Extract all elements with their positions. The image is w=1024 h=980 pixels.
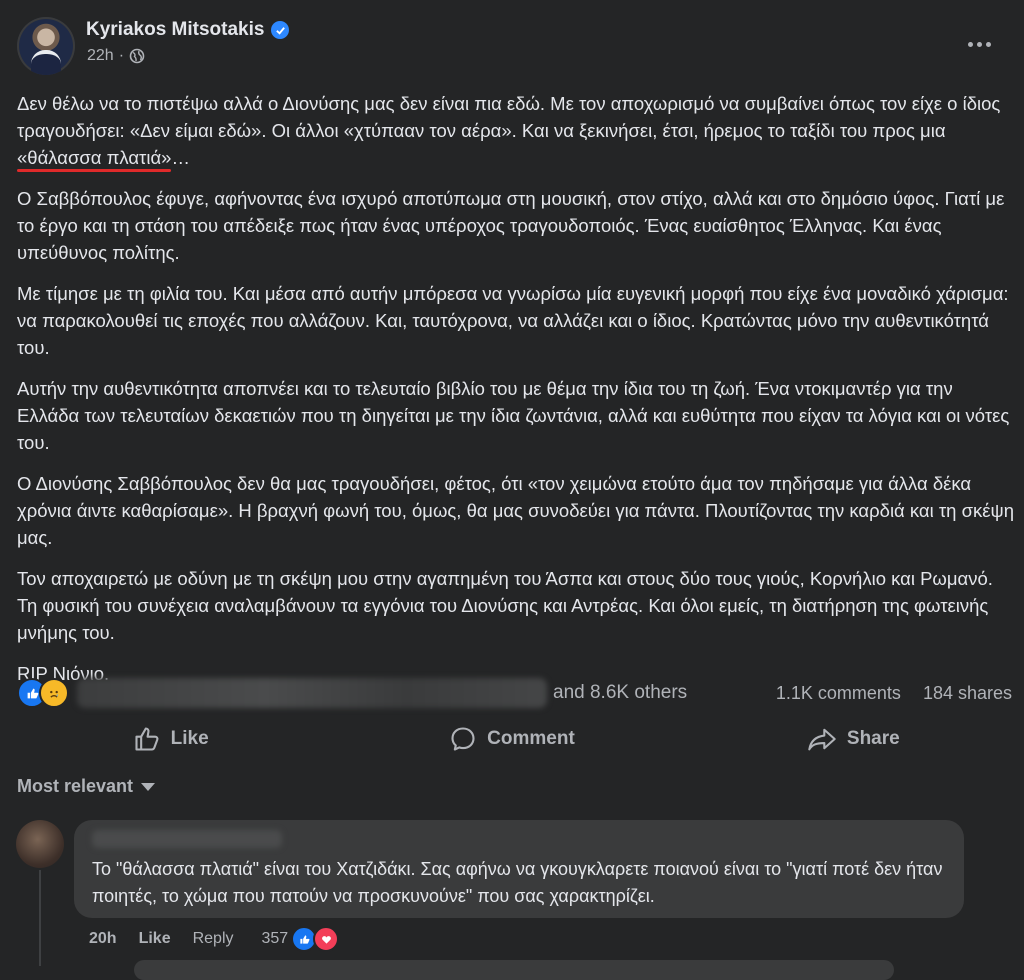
comment-button[interactable]: Comment — [341, 716, 682, 762]
verified-badge-icon — [271, 21, 290, 39]
highlighted-phrase: «θάλασσα πλατιά» — [17, 147, 172, 168]
post-paragraph: Με τίμησε με τη φιλία του. Και μέσα από … — [17, 283, 1009, 358]
heart-reaction-icon — [313, 926, 340, 952]
meta-separator: · — [118, 47, 125, 64]
reactions-bar: and 8.6K others 1.1K comments 184 shares — [17, 674, 1012, 712]
comment-reactions[interactable]: 357 — [262, 926, 340, 952]
comment-icon — [451, 727, 475, 751]
like-label: Like — [170, 728, 209, 749]
author-avatar[interactable] — [17, 17, 75, 75]
sort-label: Most relevant — [17, 776, 134, 796]
post-paragraph: Δεν θέλω να το πιστέψω αλλά ο Διονύσης μ… — [17, 93, 1001, 168]
reactor-names-blurred — [77, 678, 547, 708]
comment-time[interactable]: 20h — [89, 930, 117, 948]
post-paragraph: Ο Διονύσης Σαββόπουλος δεν θα μας τραγου… — [17, 473, 1014, 548]
post-body: Δεν θέλω να το πιστέψω αλλά ο Διονύσης μ… — [17, 90, 1017, 701]
post-time[interactable]: 22h — [87, 47, 114, 65]
reply-thread-line — [39, 870, 41, 966]
engagement-counts: 1.1K comments 184 shares — [776, 683, 1012, 704]
share-icon — [808, 728, 836, 751]
share-label: Share — [846, 728, 900, 749]
post-paragraph: Ο Σαββόπουλος έφυγε, αφήνοντας ένα ισχυρ… — [17, 188, 1005, 263]
comment-reaction-count: 357 — [261, 930, 289, 947]
post-meta: 22h · — [87, 47, 145, 65]
comment-label: Comment — [487, 728, 575, 749]
reactions-others-count[interactable]: and 8.6K others — [553, 682, 687, 704]
comment-text: Το "θάλασσα πλατιά" είναι του Χατζιδάκι.… — [92, 859, 943, 906]
comment-like-button[interactable]: Like — [139, 930, 171, 948]
author-name-row: Kyriakos Mitsotakis — [86, 19, 290, 41]
sad-reaction-icon[interactable] — [39, 678, 69, 708]
post-paragraph: Τον αποχαιρετώ με οδύνη με τη σκέψη μου … — [17, 568, 993, 643]
more-options-icon[interactable] — [968, 34, 998, 54]
comment-sort-dropdown[interactable]: Most relevant — [17, 776, 156, 797]
caret-down-icon — [141, 782, 156, 791]
commenter-name-blurred[interactable] — [92, 830, 282, 848]
shares-count[interactable]: 184 shares — [923, 683, 1012, 704]
post-paragraph: Αυτήν την αυθεντικότητα αποπνέει και το … — [17, 378, 1010, 453]
commenter-avatar[interactable] — [16, 820, 64, 868]
like-button[interactable]: Like — [0, 716, 341, 762]
post-header: Kyriakos Mitsotakis 22h · — [0, 0, 1024, 90]
comment-bubble: Το "θάλασσα πλατιά" είναι του Χατζιδάκι.… — [74, 820, 964, 918]
globe-icon — [129, 48, 145, 64]
thumbs-up-icon — [135, 727, 159, 751]
comment-reply-button[interactable]: Reply — [193, 930, 234, 948]
share-button[interactable]: Share — [683, 716, 1024, 762]
comment-meta: 20h Like Reply 357 — [89, 926, 340, 952]
next-reply-bubble — [134, 960, 894, 980]
author-name[interactable]: Kyriakos Mitsotakis — [86, 19, 264, 41]
comments-count[interactable]: 1.1K comments — [776, 683, 901, 704]
post-actions: Like Comment Share — [0, 716, 1024, 762]
